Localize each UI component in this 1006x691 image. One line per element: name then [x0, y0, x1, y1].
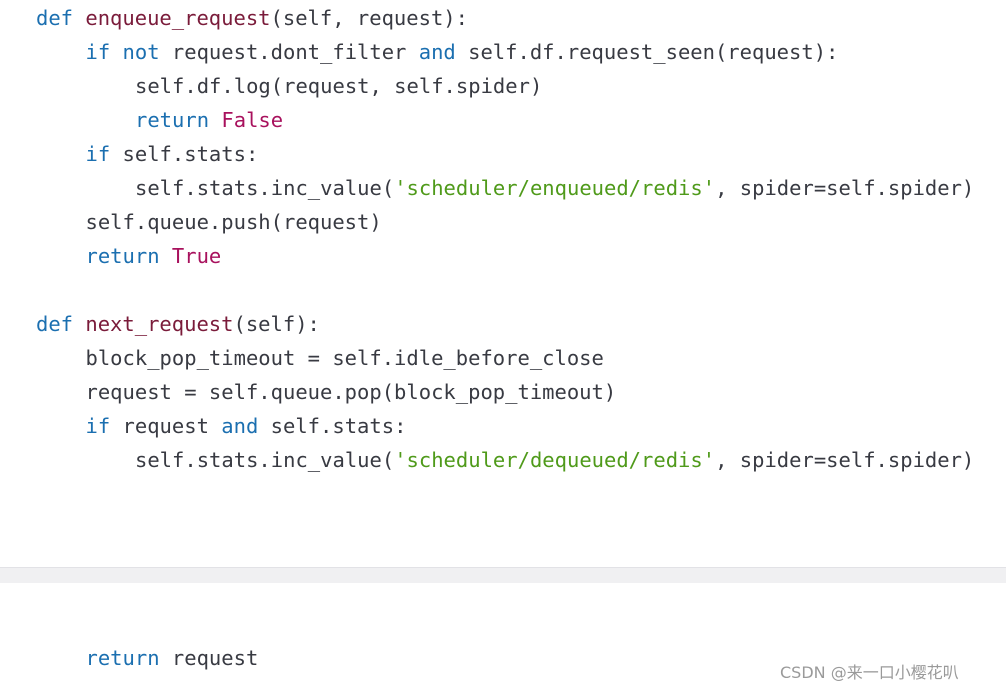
code-line: self.stats.inc_value('scheduler/dequeued… [135, 448, 974, 472]
code-line: request = self.queue.pop(block_pop_timeo… [86, 380, 617, 404]
code-line: return True [86, 244, 222, 268]
code-token-kw: def [36, 6, 74, 30]
code-line: if self.stats: [86, 142, 259, 166]
code-token-plain: , spider=self.spider) [715, 176, 975, 200]
code-token-kw: return [135, 108, 210, 132]
code-line: self.queue.push(request) [86, 210, 382, 234]
section-divider [0, 567, 1006, 583]
code-token-fn: enqueue_request [85, 6, 271, 30]
code-token-fn: next_request [85, 312, 234, 336]
code-token-plain: request [159, 646, 259, 670]
code-token-plain: self.stats.inc_value( [135, 176, 395, 200]
code-token-plain: self.stats.inc_value( [135, 448, 395, 472]
code-token-plain: self.stats: [258, 414, 407, 438]
code-token-kw: and [418, 40, 456, 64]
code-line: block_pop_timeout = self.idle_before_clo… [86, 346, 604, 370]
code-token-plain: self.queue.push(request) [85, 210, 382, 234]
code-token-plain: request [110, 414, 222, 438]
code-token-plain: (self, request): [270, 6, 468, 30]
code-line: self.stats.inc_value('scheduler/enqueued… [135, 176, 974, 200]
code-line: def enqueue_request(self, request): [36, 6, 468, 30]
code-token-plain: self.df.request_seen(request): [455, 40, 839, 64]
code-token-kw: return [85, 646, 160, 670]
code-line: self.df.log(request, self.spider) [135, 74, 542, 98]
code-token-bool: True [171, 244, 222, 268]
code-token-plain: , spider=self.spider) [715, 448, 975, 472]
code-token-kw: def [36, 312, 74, 336]
code-line: def next_request(self): [36, 312, 320, 336]
code-token-kw: return [85, 244, 160, 268]
code-token-kw: if [85, 40, 111, 64]
code-line: if request and self.stats: [86, 414, 407, 438]
code-token-plain: self.stats: [110, 142, 259, 166]
code-token-kw: and [221, 414, 259, 438]
code-token-plain: (self): [233, 312, 320, 336]
code-line: return request [86, 646, 259, 670]
code-token-plain: block_pop_timeout = self.idle_before_clo… [85, 346, 604, 370]
code-token-kw: if [85, 414, 111, 438]
code-token-kw: if [85, 142, 111, 166]
code-token-str: 'scheduler/dequeued/redis' [394, 448, 716, 472]
code-line: return False [135, 108, 283, 132]
code-token-str: 'scheduler/enqueued/redis' [394, 176, 716, 200]
code-token-plain: request = self.queue.pop(block_pop_timeo… [85, 380, 617, 404]
csdn-watermark: CSDN @来一口小樱花叭 [780, 663, 959, 682]
code-line: if not request.dont_filter and self.df.r… [86, 40, 839, 64]
code-token-bool: False [221, 108, 284, 132]
code-token-kw: not [122, 40, 160, 64]
code-token-plain: self.df.log(request, self.spider) [135, 74, 543, 98]
code-token-plain: request.dont_filter [159, 40, 419, 64]
